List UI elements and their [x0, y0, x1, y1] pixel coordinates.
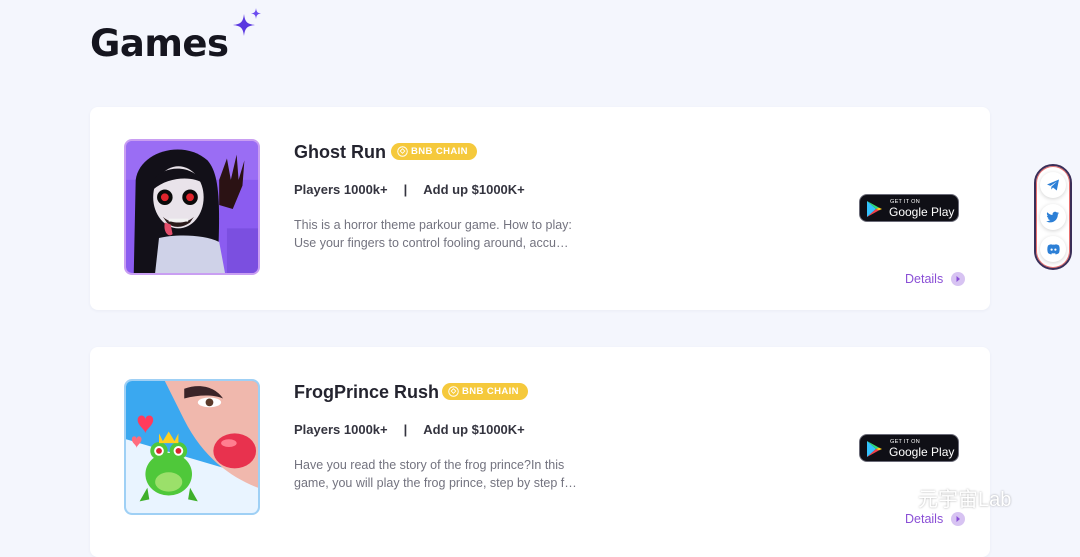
telegram-icon	[1047, 179, 1059, 191]
stats-separator: |	[403, 182, 408, 197]
details-label: Details	[905, 272, 944, 286]
stats-separator: |	[403, 422, 408, 437]
details-link[interactable]: Details	[905, 512, 966, 526]
google-play-button[interactable]: GET IT ON Google Play	[859, 194, 959, 222]
game-title: FrogPrince Rush	[294, 382, 440, 402]
description-line: game, you will play the frog prince, ste…	[294, 476, 577, 490]
watermark: 元宇宙Lab	[868, 482, 1011, 512]
google-play-icon	[867, 441, 882, 457]
twitter-button[interactable]	[1040, 204, 1066, 230]
chevron-right-icon	[951, 512, 966, 526]
google-play-icon	[867, 201, 882, 217]
store-button-label: Google Play	[889, 205, 955, 219]
bnb-icon	[397, 146, 408, 157]
discord-icon	[1047, 244, 1060, 255]
twitter-icon	[1046, 211, 1059, 223]
store-button-label: Google Play	[889, 445, 955, 459]
game-stats: Players 1000k+ | Add up $1000K+	[294, 422, 525, 437]
google-play-button[interactable]: GET IT ON Google Play	[859, 434, 959, 462]
game-thumbnail[interactable]	[124, 379, 260, 515]
watermark-text: 元宇宙Lab	[918, 488, 1012, 511]
chevron-right-icon	[951, 272, 966, 286]
sparkle-icon	[233, 8, 261, 36]
social-links-bar	[1034, 164, 1072, 270]
game-stats: Players 1000k+ | Add up $1000K+	[294, 182, 525, 197]
wechat-icon	[870, 484, 908, 511]
bnb-icon	[448, 386, 459, 397]
telegram-button[interactable]	[1040, 172, 1066, 198]
discord-button[interactable]	[1040, 236, 1066, 262]
details-label: Details	[905, 512, 944, 526]
game-description: Have you read the story of the frog prin…	[294, 456, 584, 492]
players-count: Players 1000k+	[294, 182, 388, 197]
bnb-chain-badge: BNB CHAIN	[391, 143, 477, 160]
details-link[interactable]: Details	[905, 272, 966, 286]
description-line: This is a horror theme parkour game. How…	[294, 218, 572, 232]
page-title: Games	[90, 22, 229, 65]
players-count: Players 1000k+	[294, 422, 388, 437]
game-title: Ghost Run	[294, 142, 386, 162]
chain-badge-label: BNB CHAIN	[411, 146, 468, 157]
add-up-value: Add up $1000K+	[423, 182, 525, 197]
game-card-ghost-run[interactable]: Ghost Run BNB CHAIN Players 1000k+ | Add…	[90, 107, 990, 310]
bnb-chain-badge: BNB CHAIN	[442, 383, 528, 400]
add-up-value: Add up $1000K+	[423, 422, 525, 437]
game-card-frogprince-rush[interactable]: FrogPrince Rush BNB CHAIN Players 1000k+…	[90, 347, 990, 557]
description-line: Use your fingers to control fooling arou…	[294, 236, 569, 250]
chain-badge-label: BNB CHAIN	[462, 386, 519, 397]
game-description: This is a horror theme parkour game. How…	[294, 216, 584, 252]
description-line: Have you read the story of the frog prin…	[294, 458, 565, 472]
game-thumbnail[interactable]	[124, 139, 260, 275]
